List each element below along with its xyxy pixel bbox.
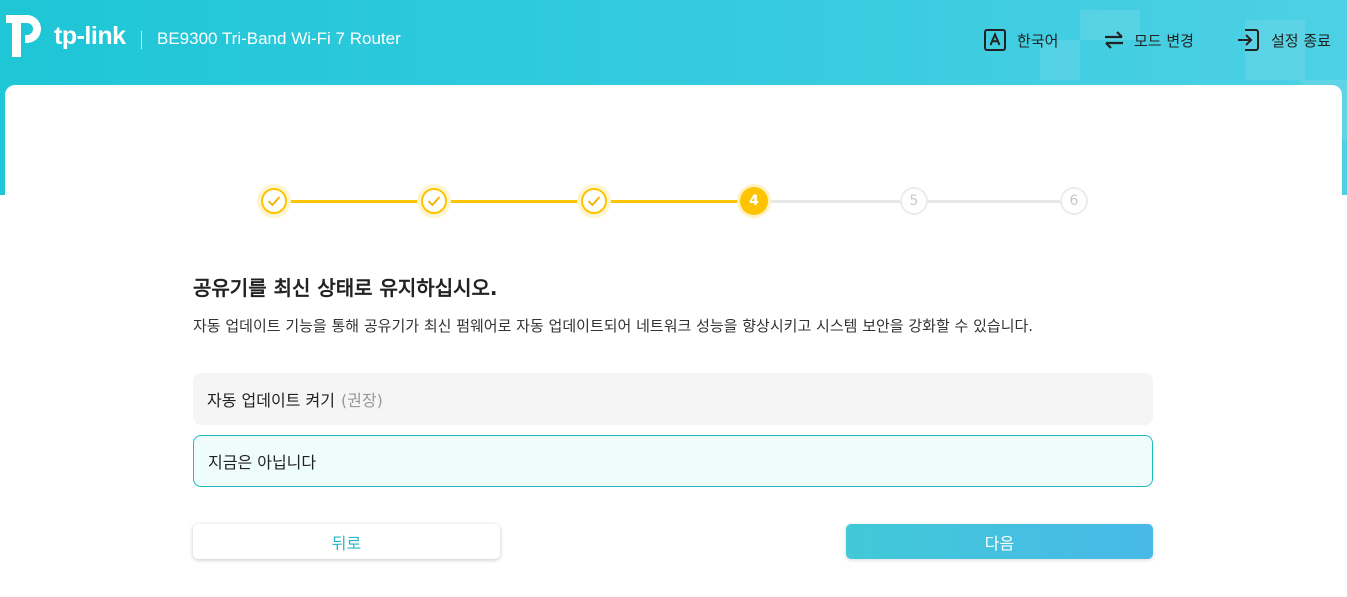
language-button[interactable]: 한국어: [983, 26, 1058, 54]
step-6-label: 6: [1060, 187, 1088, 215]
exit-setup-label: 설정 종료: [1271, 31, 1331, 50]
checkmark-icon: [267, 196, 281, 207]
exit-icon: [1235, 27, 1261, 53]
step-6: 6: [1057, 184, 1091, 218]
language-label: 한국어: [1017, 31, 1059, 50]
tp-link-logo[interactable]: tp-link: [4, 12, 126, 60]
checkmark-icon: [427, 196, 441, 207]
header-divider: [141, 31, 142, 49]
step-1: [257, 184, 291, 218]
recommended-note: (권장): [340, 391, 383, 410]
mode-change-button[interactable]: 모드 변경: [1102, 26, 1194, 54]
step-5: 5: [897, 184, 931, 218]
progress-stepper: 4 5 6: [257, 184, 1091, 218]
swap-arrows-icon: [1102, 28, 1126, 52]
step-4: 4: [737, 184, 771, 218]
option-not-now[interactable]: 지금은 아닙니다: [193, 435, 1153, 487]
next-button[interactable]: 다음: [846, 524, 1153, 559]
page-description: 자동 업데이트 기능을 통해 공유기가 최신 펌웨어로 자동 업데이트되어 네트…: [193, 317, 1034, 335]
router-model: BE9300 Tri-Band Wi-Fi 7 Router: [157, 29, 401, 48]
page-title: 공유기를 최신 상태로 유지하십시오.: [193, 276, 498, 300]
top-bar: tp-link BE9300 Tri-Band Wi-Fi 7 Router 한…: [0, 0, 1347, 82]
setup-card: [5, 85, 1342, 597]
option-label: 자동 업데이트 켜기: [207, 391, 335, 410]
checkmark-icon: [587, 196, 601, 207]
step-2: [417, 184, 451, 218]
back-button[interactable]: 뒤로: [193, 524, 500, 559]
option-label: 지금은 아닙니다: [208, 453, 317, 472]
step-5-label: 5: [900, 187, 928, 215]
tp-link-logo-icon: [6, 15, 41, 57]
step-3: [577, 184, 611, 218]
language-icon: [983, 28, 1007, 52]
step-4-label: 4: [740, 187, 768, 215]
progress-line-complete: [274, 200, 754, 203]
option-enable-auto-update[interactable]: 자동 업데이트 켜기 (권장): [193, 373, 1153, 425]
exit-setup-button[interactable]: 설정 종료: [1235, 26, 1331, 54]
brand-name: tp-link: [54, 21, 126, 50]
mode-change-label: 모드 변경: [1134, 31, 1194, 50]
